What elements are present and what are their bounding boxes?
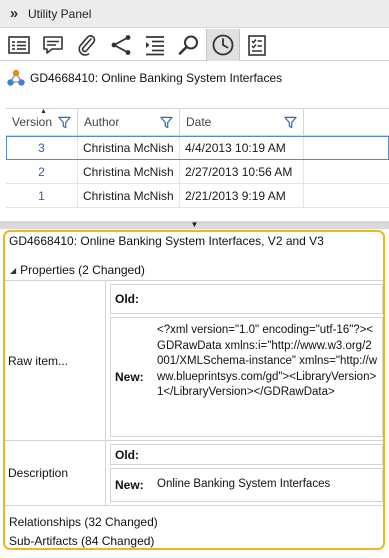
- property-values: Old: New: Online Banking System Interfac…: [106, 441, 383, 505]
- column-header-version[interactable]: ▲ Version: [6, 108, 78, 135]
- properties-section-toggle[interactable]: ◢ Properties (2 Changed): [10, 263, 145, 277]
- history-tab-button[interactable]: [206, 28, 240, 61]
- old-value-row: Old:: [110, 284, 383, 314]
- date-cell: 2/21/2013 9:19 AM: [180, 184, 304, 207]
- old-value-row: Old:: [110, 444, 383, 465]
- filler-cell: [304, 136, 389, 159]
- utility-toolbar: [0, 28, 389, 61]
- version-compare-panel: GD4668410: Online Banking System Interfa…: [3, 230, 385, 550]
- attachments-tab-button[interactable]: [70, 29, 104, 61]
- grid-header: ▲ Version Author Date: [6, 108, 389, 136]
- relationships-section-label[interactable]: Relationships (32 Changed): [9, 515, 158, 529]
- expanded-triangle-icon: ◢: [10, 265, 17, 275]
- property-row-raw-item: Raw item... Old: New: <?xml version="1.0…: [5, 281, 383, 441]
- new-value: Online Banking System Interfaces: [157, 478, 331, 491]
- version-cell[interactable]: 2: [6, 160, 78, 183]
- column-header-label: Date: [186, 115, 212, 129]
- column-header-label: Version: [12, 115, 53, 129]
- history-grid: ▲ Version Author Date 3 Christina McNish…: [6, 108, 389, 208]
- column-header-filler: [304, 109, 389, 135]
- property-row-description: Description Old: New: Online Banking Sys…: [5, 441, 383, 506]
- utility-panel-titlebar: » Utility Panel: [0, 0, 389, 28]
- old-label: Old:: [115, 447, 139, 462]
- new-value-row: New: <?xml version="1.0" encoding="utf-1…: [110, 317, 383, 437]
- filler-cell: [304, 184, 389, 207]
- property-name: Raw item...: [5, 281, 106, 440]
- search-icon: [178, 35, 198, 55]
- properties-icon: [8, 35, 30, 54]
- filter-icon[interactable]: [58, 116, 71, 129]
- panel-splitter[interactable]: ▼: [0, 221, 389, 229]
- compare-title: GD4668410: Online Banking System Interfa…: [9, 234, 324, 248]
- new-value-row: New: Online Banking System Interfaces: [110, 468, 383, 502]
- relationships-tab-button[interactable]: [104, 29, 138, 61]
- artifact-type-icon: [7, 69, 25, 86]
- artifact-title: GD4668410: Online Banking System Interfa…: [30, 71, 283, 85]
- table-row[interactable]: 2 Christina McNish 2/27/2013 10:56 AM: [6, 160, 389, 184]
- discussions-tab-button[interactable]: [36, 29, 70, 61]
- collapse-panel-button[interactable]: »: [0, 0, 28, 28]
- version-cell[interactable]: 3: [6, 136, 78, 159]
- paperclip-icon: [78, 34, 96, 56]
- properties-section-label: Properties (2 Changed): [20, 263, 145, 277]
- property-name: Description: [5, 441, 106, 505]
- new-label: New:: [115, 478, 144, 492]
- old-value: [155, 445, 382, 464]
- author-cell: Christina McNish: [78, 160, 180, 183]
- list-tab-button[interactable]: [138, 29, 172, 61]
- author-cell: Christina McNish: [78, 136, 180, 159]
- version-cell[interactable]: 1: [6, 184, 78, 207]
- discussions-icon: [43, 35, 63, 54]
- panel-title: Utility Panel: [28, 6, 92, 21]
- new-value: <?xml version="1.0" encoding="utf-16"?><…: [157, 324, 378, 398]
- properties-tab-button[interactable]: [2, 29, 36, 61]
- filter-icon[interactable]: [284, 116, 297, 129]
- old-value: [155, 285, 382, 313]
- artifact-header: GD4668410: Online Banking System Interfa…: [6, 66, 282, 90]
- sort-indicator-icon: ▲: [40, 108, 47, 115]
- date-cell: 2/27/2013 10:56 AM: [180, 160, 304, 183]
- old-label: Old:: [115, 292, 139, 306]
- date-cell: 4/4/2013 10:19 AM: [180, 136, 304, 159]
- author-cell: Christina McNish: [78, 184, 180, 207]
- column-header-date[interactable]: Date: [180, 109, 304, 135]
- relationships-icon: [111, 34, 131, 55]
- search-tab-button[interactable]: [172, 29, 206, 61]
- list-icon: [146, 35, 164, 55]
- splitter-caret-icon: ▼: [190, 220, 199, 229]
- checklist-icon: [248, 34, 266, 56]
- table-row[interactable]: 1 Christina McNish 2/21/2013 9:19 AM: [6, 184, 389, 208]
- subartifacts-section-label[interactable]: Sub-Artifacts (84 Changed): [9, 534, 154, 548]
- table-row[interactable]: 3 Christina McNish 4/4/2013 10:19 AM: [6, 136, 389, 160]
- property-values: Old: New: <?xml version="1.0" encoding="…: [106, 281, 383, 440]
- filler-cell: [304, 160, 389, 183]
- column-header-label: Author: [84, 115, 120, 129]
- filter-icon[interactable]: [160, 116, 173, 129]
- review-tab-button[interactable]: [240, 29, 274, 61]
- new-label: New:: [115, 370, 144, 384]
- property-changes-table: Raw item... Old: New: <?xml version="1.0…: [5, 280, 383, 506]
- column-header-author[interactable]: Author: [78, 109, 180, 135]
- clock-icon: [212, 34, 234, 55]
